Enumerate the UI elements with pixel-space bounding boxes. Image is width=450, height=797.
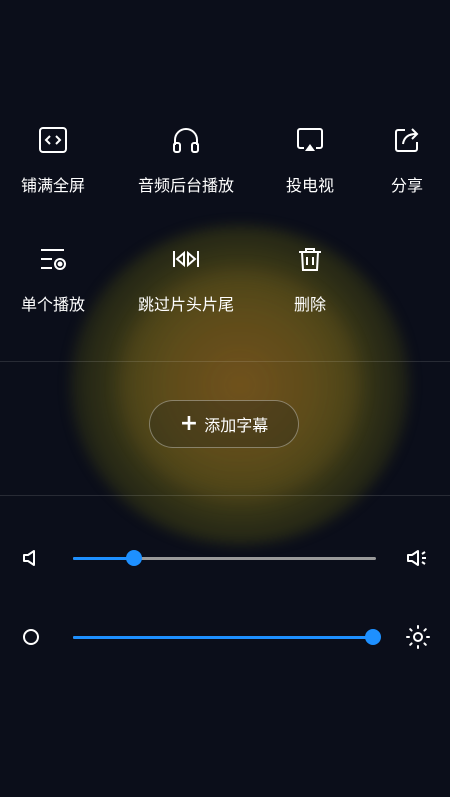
- volume-slider[interactable]: [73, 550, 376, 566]
- skip-intro-outro-icon: [170, 243, 202, 275]
- volume-high-icon[interactable]: [406, 546, 430, 570]
- plus-icon: +: [179, 411, 199, 436]
- volume-slider-row: [0, 538, 450, 578]
- volume-low-icon[interactable]: [19, 546, 43, 570]
- headphones-icon: [170, 124, 202, 156]
- add-subtitle-button[interactable]: + 添加字幕: [149, 400, 299, 448]
- fill-screen-label: 铺满全屏: [20, 176, 85, 195]
- divider-bottom: [0, 495, 450, 496]
- brightness-slider[interactable]: [73, 629, 381, 645]
- share-button[interactable]: 分享: [388, 124, 426, 196]
- fullscreen-code-icon: [37, 124, 69, 156]
- share-label: 分享: [390, 176, 423, 195]
- single-play-icon: [37, 243, 69, 275]
- brightness-slider-fill: [73, 636, 373, 639]
- single-play-label: 单个播放: [20, 295, 85, 314]
- cast-tv-icon: [294, 124, 326, 156]
- brightness-slider-row: [0, 617, 450, 657]
- player-more-panel: 铺满全屏 音频后台播放 投电视 分享 单个播放 跳过片头片尾 删除 + 添加字幕: [0, 0, 450, 797]
- share-icon: [391, 124, 423, 156]
- brightness-low-icon[interactable]: [19, 625, 43, 649]
- brightness-high-icon[interactable]: [406, 625, 430, 649]
- divider-top: [0, 361, 450, 362]
- add-subtitle-label: 添加字幕: [204, 416, 269, 435]
- skip-intro-outro-button[interactable]: 跳过片头片尾: [135, 243, 237, 315]
- brightness-slider-thumb[interactable]: [364, 629, 381, 645]
- cast-tv-label: 投电视: [285, 176, 334, 195]
- cast-tv-button[interactable]: 投电视: [284, 124, 336, 196]
- fill-screen-button[interactable]: 铺满全屏: [18, 124, 88, 196]
- volume-slider-thumb[interactable]: [125, 550, 142, 566]
- skip-intro-outro-label: 跳过片头片尾: [137, 295, 234, 314]
- single-play-button[interactable]: 单个播放: [18, 243, 88, 315]
- delete-label: 删除: [293, 295, 326, 314]
- audio-background-play-label: 音频后台播放: [137, 176, 234, 195]
- trash-icon: [294, 243, 326, 275]
- delete-button[interactable]: 删除: [284, 243, 336, 315]
- volume-slider-fill: [73, 557, 134, 560]
- audio-background-play-button[interactable]: 音频后台播放: [135, 124, 237, 196]
